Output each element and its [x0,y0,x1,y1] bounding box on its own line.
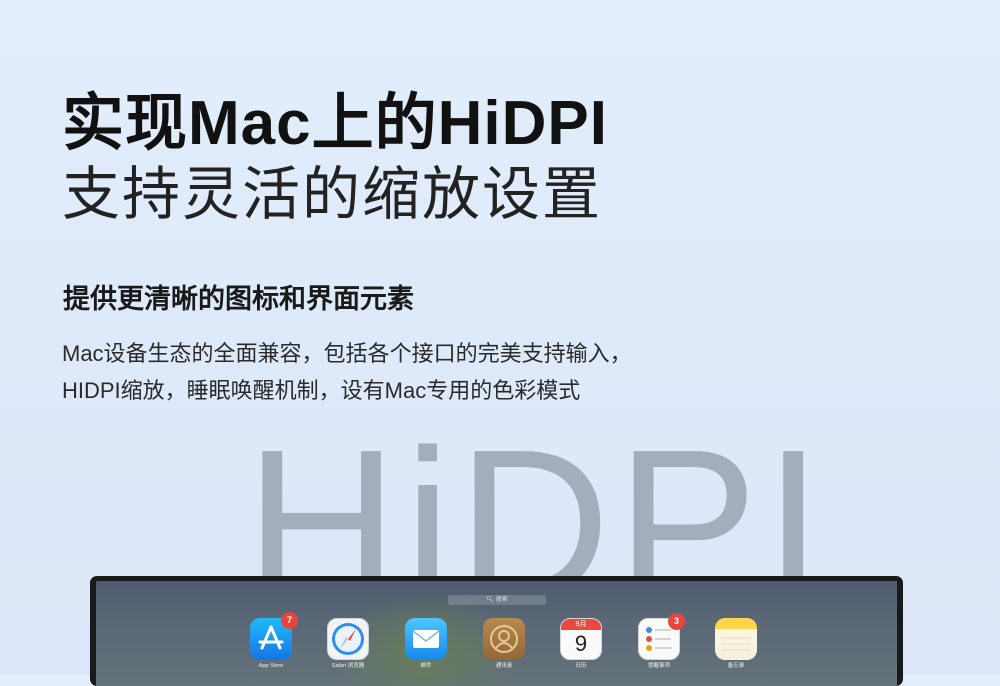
app-label: 备忘录 [727,663,745,669]
app-label: Safari 浏览器 [331,663,365,669]
app-store-icon: 7 [250,612,298,660]
app-store-app[interactable]: 7 App Store [241,612,301,670]
feature-title: 提供更清晰的图标和界面元素 [63,284,414,314]
safari-icon [327,618,369,660]
safari-app[interactable]: Safari 浏览器 [318,618,378,670]
contacts-icon [483,618,525,660]
mail-app[interactable]: 邮件 [396,618,456,670]
notification-badge: 3 [668,613,685,630]
app-label: 日历 [575,663,587,669]
app-label: 通讯录 [495,663,513,669]
calendar-icon: 9月 9 [560,618,602,660]
notification-badge: 7 [281,612,298,629]
headline: 实现Mac上的HiDPI [62,89,608,158]
monitor-frame: 🔍︎ 搜索 7 App Store Safari 浏览器 邮件 通讯录 9月 9… [90,576,903,686]
app-label: 提醒事项 [647,663,670,669]
app-label: App Store [258,663,284,669]
launchpad-search-field[interactable]: 🔍︎ 搜索 [448,595,546,605]
app-label: 邮件 [420,663,432,669]
description-line-2: HIDPI缩放，睡眠唤醒机制，设有Mac专用的色彩模式 [62,378,581,403]
notes-app[interactable]: 备忘录 [706,618,766,670]
subheadline: 支持灵活的缩放设置 [62,162,603,227]
search-icon: 🔍︎ [486,597,494,603]
mail-icon [405,618,447,660]
calendar-month: 9月 [561,619,601,630]
calendar-day: 9 [574,631,588,656]
contacts-app[interactable]: 通讯录 [474,618,534,670]
description-line-1: Mac设备生态的全面兼容，包括各个接口的完美支持输入， [62,341,632,366]
calendar-app[interactable]: 9月 9 日历 [551,618,611,670]
reminders-icon: 3 [638,613,685,660]
feature-description: Mac设备生态的全面兼容，包括各个接口的完美支持输入， HIDPI缩放，睡眠唤醒… [62,335,632,409]
launchpad-screen: 🔍︎ 搜索 7 App Store Safari 浏览器 邮件 通讯录 9月 9… [96,581,897,686]
search-placeholder: 搜索 [495,597,508,603]
app-grid: 7 App Store Safari 浏览器 邮件 通讯录 9月 9 日历 3 … [96,612,897,678]
notes-icon [715,618,757,660]
reminders-app[interactable]: 3 提醒事项 [629,613,689,670]
